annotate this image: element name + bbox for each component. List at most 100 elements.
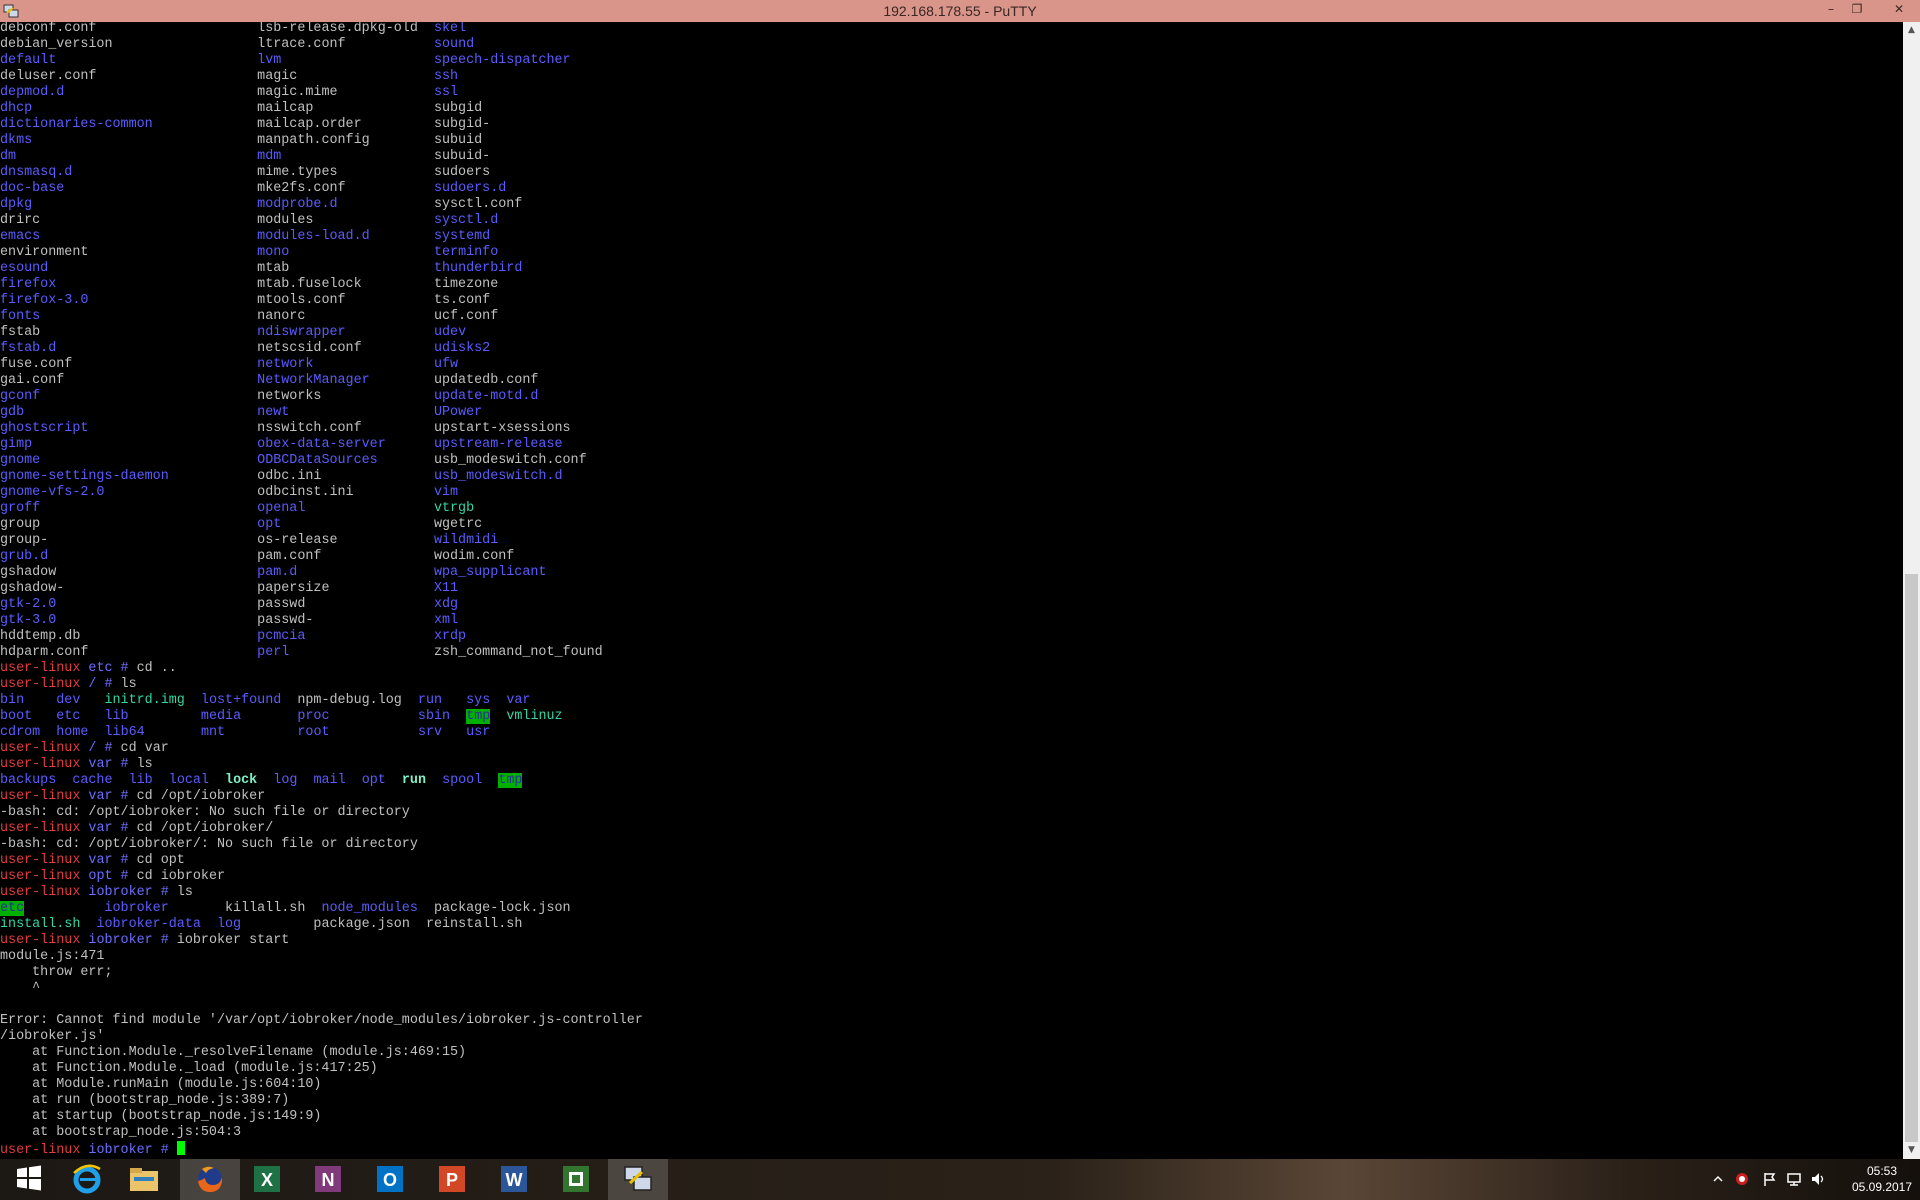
taskbar-outlook-button[interactable]: O	[360, 1159, 420, 1200]
scrollbar-thumb[interactable]	[1905, 574, 1918, 1142]
taskbar-project-button[interactable]	[546, 1159, 606, 1200]
volume-icon[interactable]	[1810, 1171, 1826, 1187]
taskbar-explorer-button[interactable]	[114, 1159, 174, 1200]
terminal-text: gshadow-	[0, 581, 65, 596]
terminal-text: magic.mime	[257, 85, 338, 100]
terminal-text: thunderbird	[433, 261, 523, 276]
terminal-line: user-linux iobroker #	[0, 1141, 185, 1158]
terminal-line: grub.d pam.conf wodim.conf	[0, 549, 514, 565]
terminal-text: dnsmasq.d	[0, 165, 73, 180]
terminal-text: xml	[433, 613, 459, 628]
terminal-line: hddtemp.db pcmcia xrdp	[0, 629, 466, 645]
scroll-down-arrow-icon[interactable]: ▼	[1903, 1142, 1920, 1159]
terminal-line: gnome-settings-daemon odbc.ini usb_modes…	[0, 469, 563, 485]
terminal-text: lsb-release.dpkg-old	[257, 22, 418, 36]
terminal-line: bin dev initrd.img lost+found npm-debug.…	[0, 693, 530, 709]
taskbar-powerpoint-button[interactable]: P	[422, 1159, 482, 1200]
terminal-text: ghostscript	[0, 421, 89, 436]
terminal-text: debian_version	[0, 37, 113, 52]
restore-button[interactable]: ❐	[1844, 0, 1870, 20]
terminal-line: deluser.conf magic ssh	[0, 69, 458, 85]
terminal-text: bin	[0, 693, 25, 708]
taskbar-ie-button[interactable]	[57, 1159, 117, 1200]
network-icon[interactable]	[1786, 1171, 1802, 1187]
terminal-text: dev	[56, 693, 81, 708]
terminal-text: iobroker #	[88, 885, 169, 900]
vertical-scrollbar[interactable]: ▲ ▼	[1903, 22, 1920, 1159]
antivirus-tray-icon[interactable]	[1734, 1171, 1750, 1187]
terminal-text: module.js:471	[0, 949, 105, 964]
terminal-text: wpa_supplicant	[433, 565, 547, 580]
terminal-text: deluser.conf	[0, 69, 97, 84]
terminal-text: mtab	[257, 261, 290, 276]
terminal-text: mail	[313, 773, 346, 788]
terminal-text: user-linux	[0, 757, 81, 772]
taskbar-word-button[interactable]: W	[484, 1159, 544, 1200]
file-explorer-icon	[130, 1168, 158, 1191]
terminal-text: updatedb.conf	[433, 373, 539, 388]
terminal-text: udev	[433, 325, 467, 340]
start-button[interactable]	[0, 1159, 60, 1200]
terminal-text: esound	[0, 261, 49, 276]
taskbar-firefox-button[interactable]	[180, 1159, 240, 1200]
terminal-text: cd var	[112, 741, 169, 756]
show-hidden-icons-chevron-icon[interactable]	[1710, 1171, 1726, 1187]
taskbar-clock[interactable]: 05:53 05.09.2017	[1848, 1163, 1916, 1195]
terminal-line: gshadow- papersize X11	[0, 581, 458, 597]
terminal-text: ssh	[433, 69, 459, 84]
terminal-text: gai.conf	[0, 373, 65, 388]
scroll-up-arrow-icon[interactable]: ▲	[1903, 22, 1920, 39]
svg-text:W: W	[506, 1170, 523, 1190]
terminal-text: depmod.d	[0, 85, 65, 100]
terminal-text: opt #	[88, 869, 129, 884]
taskbar-putty-button[interactable]	[608, 1159, 668, 1200]
terminal-line: group- os-release wildmidi	[0, 533, 498, 549]
terminal-text: group-	[0, 533, 49, 548]
close-button[interactable]: ✕	[1886, 0, 1912, 20]
terminal-line: groff openal vtrgb	[0, 501, 474, 517]
terminal-line: cdrom home lib64 mnt root srv usr	[0, 725, 490, 741]
terminal-text: lock	[225, 773, 258, 788]
terminal-text: tmp	[466, 709, 491, 724]
title-bar[interactable]: 192.168.178.55 - PuTTY – ❐ ✕	[0, 0, 1920, 22]
terminal-text: vim	[433, 485, 459, 500]
terminal-output[interactable]: debconf.conf lsb-release.dpkg-old skel de…	[0, 22, 1903, 1159]
terminal-text: var #	[88, 821, 129, 836]
terminal-line: gtk-3.0 passwd- xml	[0, 613, 458, 629]
onenote-icon: N	[315, 1166, 341, 1192]
terminal-text: modules-load.d	[257, 229, 370, 244]
terminal-text: gnome	[0, 453, 41, 468]
terminal-text: networks	[257, 389, 322, 404]
action-center-flag-icon[interactable]	[1762, 1171, 1778, 1187]
taskbar-onenote-button[interactable]: N	[298, 1159, 358, 1200]
terminal-line: at Module.runMain (module.js:604:10)	[0, 1077, 321, 1093]
terminal-line: dm mdm subuid-	[0, 149, 490, 165]
taskbar-excel-button[interactable]: X	[237, 1159, 297, 1200]
terminal-text: log	[273, 773, 298, 788]
terminal-line: gconf networks update-motd.d	[0, 389, 538, 405]
minimize-button[interactable]: –	[1818, 0, 1844, 20]
terminal-text: iobroker-data	[96, 917, 201, 932]
terminal-text: subgid	[433, 101, 483, 116]
terminal-line: ghostscript nsswitch.conf upstart-xsessi…	[0, 421, 571, 437]
terminal-line: gdb newt UPower	[0, 405, 482, 421]
